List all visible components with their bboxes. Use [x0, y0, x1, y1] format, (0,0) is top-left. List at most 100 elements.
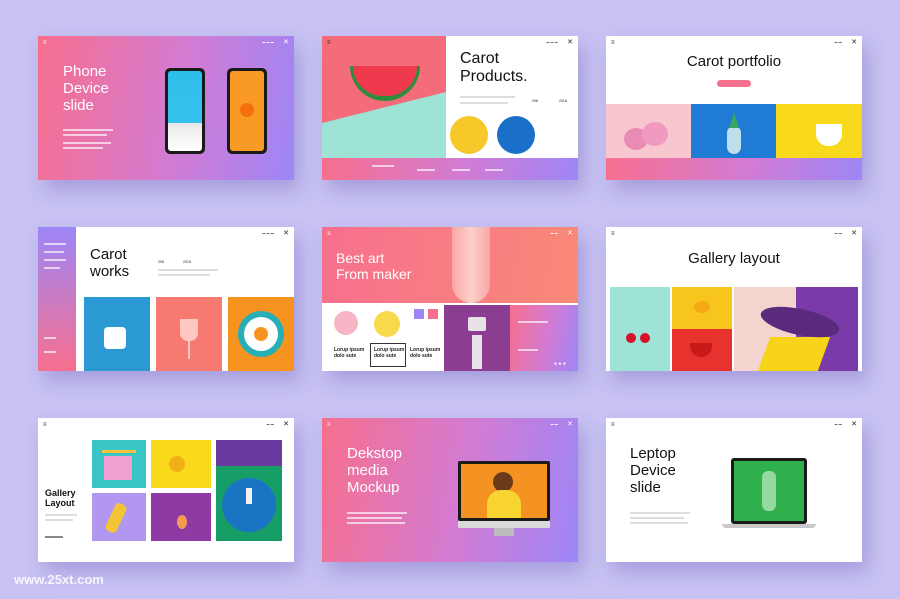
portfolio-button[interactable] — [717, 80, 751, 87]
slide-phone-device[interactable]: ≡ ▬ ▬ ▬ ✕ Phone Device slide — [38, 36, 294, 180]
text-line — [63, 129, 113, 131]
watermark-text: www.25xt.com — [14, 572, 104, 587]
circle-pink — [334, 311, 358, 335]
slide-header-tag: ▬ ▬ — [550, 422, 558, 426]
slide-carot-works[interactable]: ▬ ▬ ▬ ✕ Carot works 208 2018 — [38, 227, 294, 371]
menu-icon[interactable]: ≡ — [327, 231, 331, 237]
footer-bar — [322, 158, 578, 180]
roller-skate-photo — [84, 297, 150, 371]
text-line — [460, 102, 508, 104]
eggplant-photo — [734, 287, 858, 371]
slide-header-tag: ▬ ▬ ▬ — [262, 231, 274, 235]
slide-header-tag: ▬ ▬ — [834, 40, 842, 44]
cup-photo — [776, 104, 862, 158]
monitor-stand — [494, 528, 514, 536]
sidebar — [38, 227, 76, 371]
menu-icon[interactable]: ≡ — [611, 422, 615, 428]
close-icon[interactable]: ✕ — [567, 420, 573, 428]
phone-mockup — [165, 68, 205, 154]
glass-photo — [156, 297, 222, 371]
slide-title: Best art From maker — [336, 250, 412, 282]
slide-gallery-layout-2[interactable]: ≡ ▬ ▬ ✕ Gallery Layout — [38, 418, 294, 562]
text-line — [63, 147, 103, 149]
nav-square[interactable] — [414, 309, 424, 319]
text-line — [45, 536, 63, 538]
close-icon[interactable]: ✕ — [567, 229, 573, 237]
slide-header-tag: ▬ ▬ — [550, 231, 558, 235]
text-line — [347, 512, 407, 514]
circle-yellow — [374, 311, 400, 337]
court-photo — [216, 440, 282, 541]
laptop-screen — [731, 458, 807, 524]
stool-photo — [444, 305, 510, 371]
text-line — [158, 269, 218, 271]
blue-circle — [497, 116, 535, 154]
slide-laptop-device[interactable]: ≡ ▬ ▬ ✕ Leptop Device slide — [606, 418, 862, 562]
toy-photo — [92, 493, 146, 541]
slide-header-tag: ▬ ▬ ▬ — [546, 40, 558, 44]
slide-gallery-layout[interactable]: ≡ ▬ ▬ ✕ Gallery layout — [606, 227, 862, 371]
menu-icon[interactable]: ≡ — [611, 231, 615, 237]
slide-carot-portfolio[interactable]: ≡ ▬ ▬ ✕ Carot portfolio — [606, 36, 862, 180]
text-line — [347, 517, 402, 519]
pineapple-photo — [691, 104, 776, 158]
card-text: Lorup ipsum dolo sute — [374, 347, 405, 359]
close-icon[interactable]: ✕ — [283, 229, 289, 237]
menu-icon[interactable]: ≡ — [327, 422, 331, 428]
laptop-base — [722, 524, 816, 528]
close-icon[interactable]: ✕ — [851, 420, 857, 428]
slide-header-tag: ▬ ▬ ▬ — [262, 40, 274, 44]
lemon-circle — [450, 116, 488, 154]
close-icon[interactable]: ✕ — [851, 229, 857, 237]
slide-title: Carot works — [90, 246, 130, 280]
text-line — [460, 96, 515, 98]
slide-title: Carot portfolio — [686, 53, 782, 70]
menu-icon[interactable]: ≡ — [327, 40, 331, 46]
info-panel: ● ● ● — [510, 305, 578, 371]
slide-header-tag: ▬ ▬ — [834, 422, 842, 426]
slide-best-art[interactable]: ≡ ▬ ▬ ✕ Best art From maker Lorup ipsum … — [322, 227, 578, 371]
close-icon[interactable]: ✕ — [567, 38, 573, 46]
monitor-chin — [458, 521, 550, 528]
donut-photo — [606, 104, 691, 158]
slide-header-tag: ▬ ▬ — [266, 422, 274, 426]
card-text: Lorup ipsum dolo sute — [334, 347, 365, 359]
text-line — [347, 522, 405, 524]
close-icon[interactable]: ✕ — [283, 420, 289, 428]
clothes-photo — [92, 440, 146, 488]
year-to: 2018 — [559, 99, 567, 103]
card-text: Lorup ipsum dolo sute — [410, 347, 441, 359]
year-from: 208 — [532, 99, 538, 103]
watermelon-photo — [322, 36, 446, 158]
slide-title: Gallery Layout — [45, 488, 76, 509]
year-from: 208 — [158, 260, 164, 264]
menu-icon[interactable]: ≡ — [43, 40, 47, 46]
year-to: 2018 — [183, 260, 191, 264]
slide-carot-products[interactable]: ≡ ▬ ▬ ▬ ✕ Carot Products. 208 2018 — [322, 36, 578, 180]
slide-title: Phone Device slide — [63, 63, 109, 114]
monitor-mockup — [458, 461, 550, 521]
slide-title: Gallery layout — [688, 250, 780, 267]
close-icon[interactable]: ✕ — [851, 38, 857, 46]
cherry-photo — [610, 287, 670, 371]
slide-desktop-mockup[interactable]: ≡ ▬ ▬ ✕ Dekstop media Mockup — [322, 418, 578, 562]
menu-icon[interactable]: ≡ — [611, 40, 615, 46]
footer-bar — [606, 158, 862, 180]
text-line — [630, 517, 684, 519]
text-line — [63, 142, 111, 144]
text-line — [63, 134, 107, 136]
text-line — [45, 519, 73, 521]
phone-mockup — [227, 68, 267, 154]
banana-photo — [151, 440, 211, 488]
fruit-photo — [151, 493, 211, 541]
text-line — [158, 274, 210, 276]
menu-icon[interactable]: ≡ — [43, 422, 47, 428]
text-line — [630, 512, 690, 514]
slide-title: Carot Products. — [460, 50, 528, 85]
text-line — [45, 514, 77, 516]
nav-square[interactable] — [428, 309, 438, 319]
slide-title: Leptop Device slide — [630, 445, 676, 496]
slide-title: Dekstop media Mockup — [347, 445, 403, 496]
orange-plate-photo — [228, 297, 294, 371]
close-icon[interactable]: ✕ — [283, 38, 289, 46]
